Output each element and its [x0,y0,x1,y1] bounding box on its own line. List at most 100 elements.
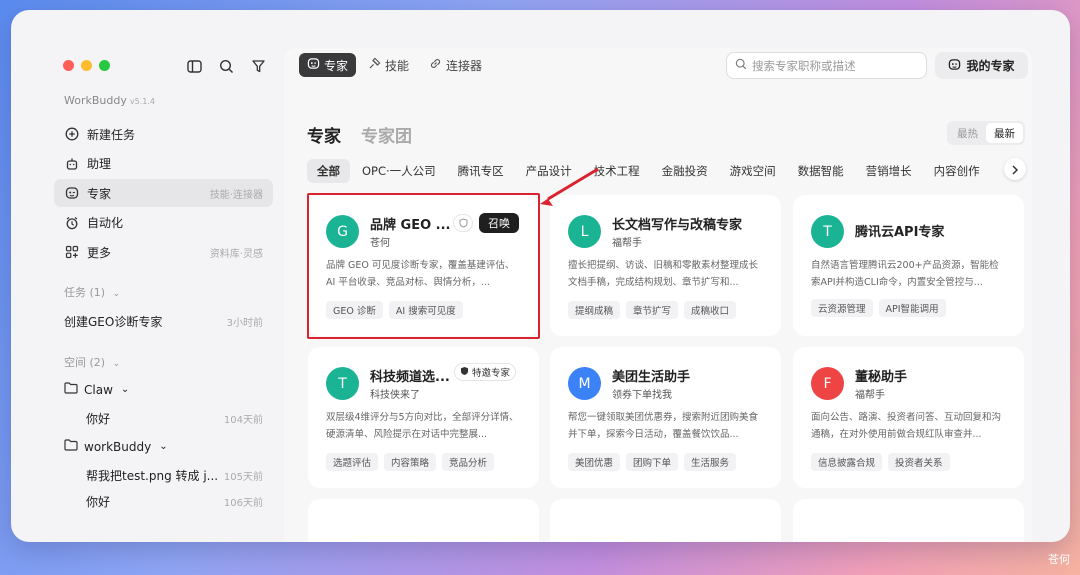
nav-item-label: 自动化 [87,216,124,230]
chevron-down-icon: ⌄ [112,359,121,369]
expert-name: 腾讯云API专家 [855,225,945,240]
space-item[interactable]: 你好 104天前 [86,410,263,427]
expert-card-partial[interactable] [793,499,1024,542]
expert-card-partial[interactable] [550,499,781,542]
expert-icon [307,57,320,73]
nav-item-label: 更多 [87,245,112,260]
expert-name: 董秘助手 [855,370,908,385]
shield-icon [460,366,469,379]
search-placeholder: 搜索专家职称或描述 [752,58,856,73]
chevron-down-icon: ⌄ [112,289,121,299]
filter-icon[interactable] [249,57,267,75]
spaces-section-title[interactable]: 空间 (2) ⌄ [64,354,120,370]
sort-toggle: 最热 最新 [947,121,1025,145]
space-folder-claw[interactable]: Claw ⌄ [64,382,129,397]
nav-item-assistant[interactable]: 助理 [54,150,273,178]
search-input[interactable]: 搜索专家职称或描述 [726,52,927,79]
tag: 云资源管理 [811,299,873,317]
page-title-alt[interactable]: 专家团 [361,122,412,147]
expert-icon [948,58,961,74]
category-next-button[interactable] [1004,158,1026,180]
space-item-label: 帮我把test.png 转成 j... [86,469,219,483]
tag: 内容策略 [384,453,437,471]
tag: 美团优惠 [568,453,621,471]
tag: 生活服务 [684,453,737,471]
chevron-down-icon: ⌄ [159,441,168,452]
expert-card[interactable]: T 科技频道选... 科技侠来了 特邀专家 双层级4维评分与5方向对比，全部评分… [308,347,539,488]
nav-item-automation[interactable]: 自动化 [54,209,273,237]
expert-card[interactable]: T 腾讯云API专家 自然语言管理腾讯云200+产品资源，智能检索API并构造C… [793,195,1024,336]
app-version: v5.1.4 [129,97,155,106]
sidebar-nav: 新建任务 助理 专家 技能·连接器 自动化 更多 资料库·灵感 [54,120,273,268]
my-experts-button[interactable]: 我的专家 [935,52,1028,79]
tasks-section-title[interactable]: 任务 (1) ⌄ [64,284,120,300]
page-title[interactable]: 专家 [307,122,341,147]
avatar: M [568,367,601,400]
avatar: T [326,367,359,400]
expert-name: 美团生活助手 [612,370,691,385]
category-tabs: 全部 OPC·一人公司 腾讯专区 产品设计 技术工程 金融投资 游戏空间 数据智… [307,157,1017,185]
category-tab[interactable]: 数据智能 [788,159,854,183]
tab-label: 技能 [385,58,410,73]
category-tab[interactable]: 腾讯专区 [448,159,514,183]
tab-label: 专家 [324,58,349,73]
chevron-right-icon [1011,160,1019,179]
tab-experts[interactable]: 专家 [299,53,357,77]
app-name: WorkBuddy [64,94,127,107]
tag-list: 选题评估 内容策略 竞品分析 [326,453,495,471]
search-icon[interactable] [217,57,235,75]
category-tab[interactable]: 金融投资 [652,159,718,183]
avatar: F [811,367,844,400]
tag: 提纲成稿 [568,301,621,319]
highlight-box [307,193,540,339]
nav-item-experts[interactable]: 专家 技能·连接器 [54,179,273,207]
annotation-arrow-icon [540,167,599,206]
category-tab[interactable]: 全部 [307,159,350,183]
expert-author: 福帮手 [612,238,642,249]
robot-icon [64,156,79,171]
expert-description: 擅长把提纲、访谈、旧稿和零散素材整理成长文档手稿，完成结构规划、章节扩写和... [568,260,759,288]
task-time: 3小时前 [226,318,263,329]
expert-card[interactable]: L 长文档写作与改稿专家 福帮手 擅长把提纲、访谈、旧稿和零散素材整理成长文档手… [550,195,781,336]
nav-item-more[interactable]: 更多 资料库·灵感 [54,238,273,266]
nav-item-hint: 资料库·灵感 [209,248,263,260]
expert-name: 科技频道选... [370,370,450,385]
sort-hot[interactable]: 最热 [949,123,986,143]
space-item[interactable]: 帮我把test.png 转成 j... 105天前 [86,467,263,484]
tag: 投资者关系 [888,453,950,471]
search-icon [735,58,747,73]
expert-card-partial[interactable] [308,499,539,542]
plus-circle-icon [64,127,79,142]
top-tabs: 专家 技能 连接器 [299,53,490,77]
window-controls [63,60,110,71]
alarm-clock-icon [64,215,79,230]
tasks-title: 任务 (1) [64,286,106,299]
expert-card[interactable]: F 董秘助手 福帮手 面向公告、路演、投资者问答、互动回复和沟通稿，在对外使用前… [793,347,1024,488]
main-panel: 专家 技能 连接器 搜索专家职称或描述 我的专家 专家 专家团 最热 最新 全部… [284,48,1032,542]
avatar: L [568,215,601,248]
tag-list: 信息披露合规 投资者关系 [811,453,950,471]
task-item[interactable]: 创建GEO诊断专家 3小时前 [64,313,263,330]
chevron-down-icon: ⌄ [120,384,130,395]
nav-item-hint: 技能·连接器 [209,189,263,201]
badge-label: 特邀专家 [472,368,511,379]
space-item[interactable]: 你好 106天前 [86,493,263,510]
folder-icon [64,382,78,397]
category-tab[interactable]: 营销增长 [856,159,922,183]
tab-skills[interactable]: 技能 [360,53,417,77]
nav-item-new-task[interactable]: 新建任务 [54,120,273,148]
minimize-window-button[interactable] [81,60,92,71]
tag: 团购下单 [626,453,679,471]
tab-connectors[interactable]: 连接器 [421,53,490,77]
category-tab[interactable]: 游戏空间 [720,159,786,183]
sort-latest[interactable]: 最新 [986,123,1023,143]
category-tab[interactable]: 内容创作 [924,159,990,183]
category-tab[interactable]: OPC·一人公司 [352,159,446,183]
nav-item-label: 新建任务 [87,127,136,142]
space-folder-workbuddy[interactable]: workBuddy ⌄ [64,439,168,454]
close-window-button[interactable] [63,60,74,71]
expert-card[interactable]: M 美团生活助手 领券下单找我 帮您一键领取美团优惠券，搜索附近团购美食并下单，… [550,347,781,488]
expert-author: 领券下单找我 [612,390,672,401]
sidebar-toggle-icon[interactable] [185,57,203,75]
maximize-window-button[interactable] [99,60,110,71]
